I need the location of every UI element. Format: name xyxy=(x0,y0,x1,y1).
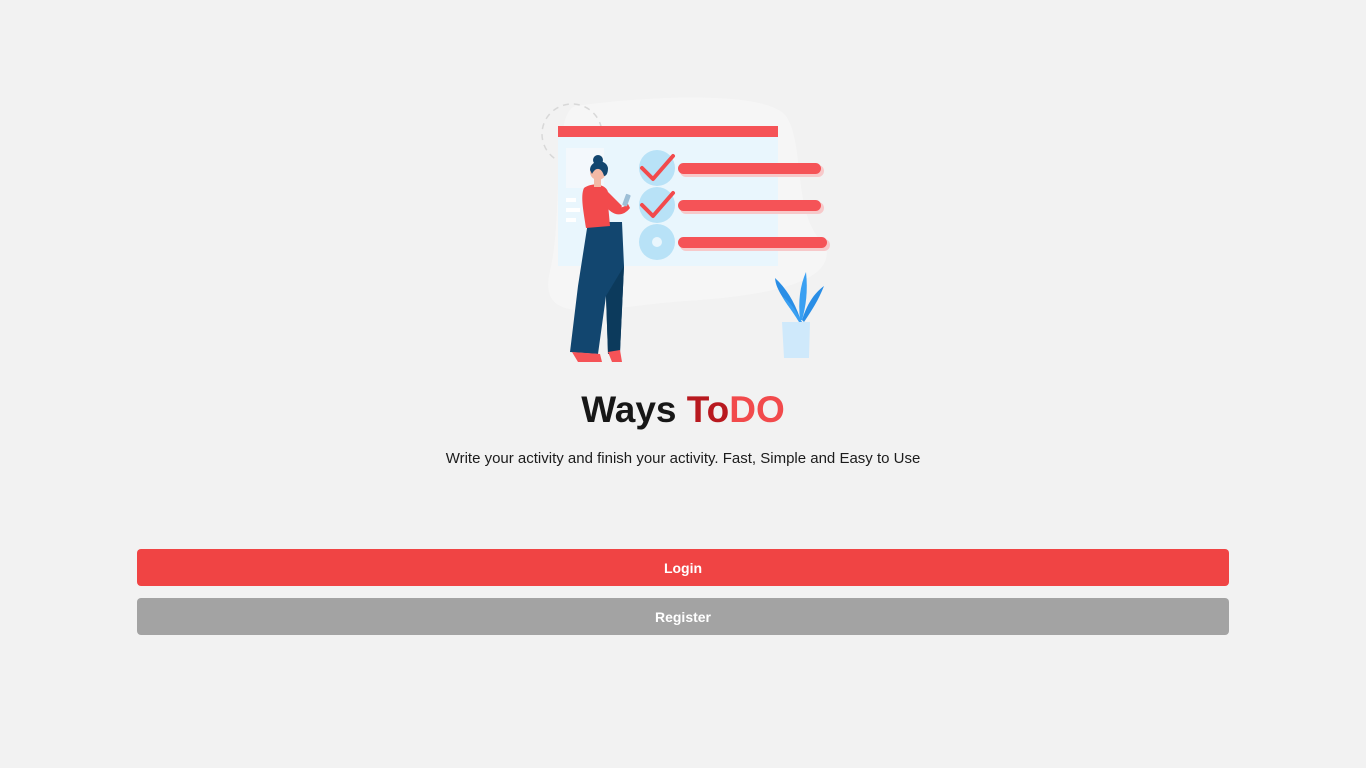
board-line xyxy=(566,208,580,212)
todo-checklist-illustration xyxy=(541,97,830,362)
register-button[interactable]: Register xyxy=(137,598,1229,635)
task-bar-1 xyxy=(678,163,821,174)
board-line xyxy=(566,198,576,202)
app-title-to: To xyxy=(686,389,730,430)
app-title-do: DO xyxy=(729,389,785,430)
app-title: Ways ToDO xyxy=(0,386,1366,434)
task-bar-2 xyxy=(678,200,821,211)
board-line xyxy=(566,218,576,222)
plant-pot xyxy=(782,322,810,358)
login-button[interactable]: Login xyxy=(137,549,1229,586)
welcome-page: Ways ToDO Write your activity and finish… xyxy=(0,0,1366,768)
tagline-text: Write your activity and finish your acti… xyxy=(445,450,921,467)
task-bar-3 xyxy=(678,237,827,248)
app-title-ways: Ways xyxy=(581,389,677,430)
board-header-bar xyxy=(558,126,778,137)
